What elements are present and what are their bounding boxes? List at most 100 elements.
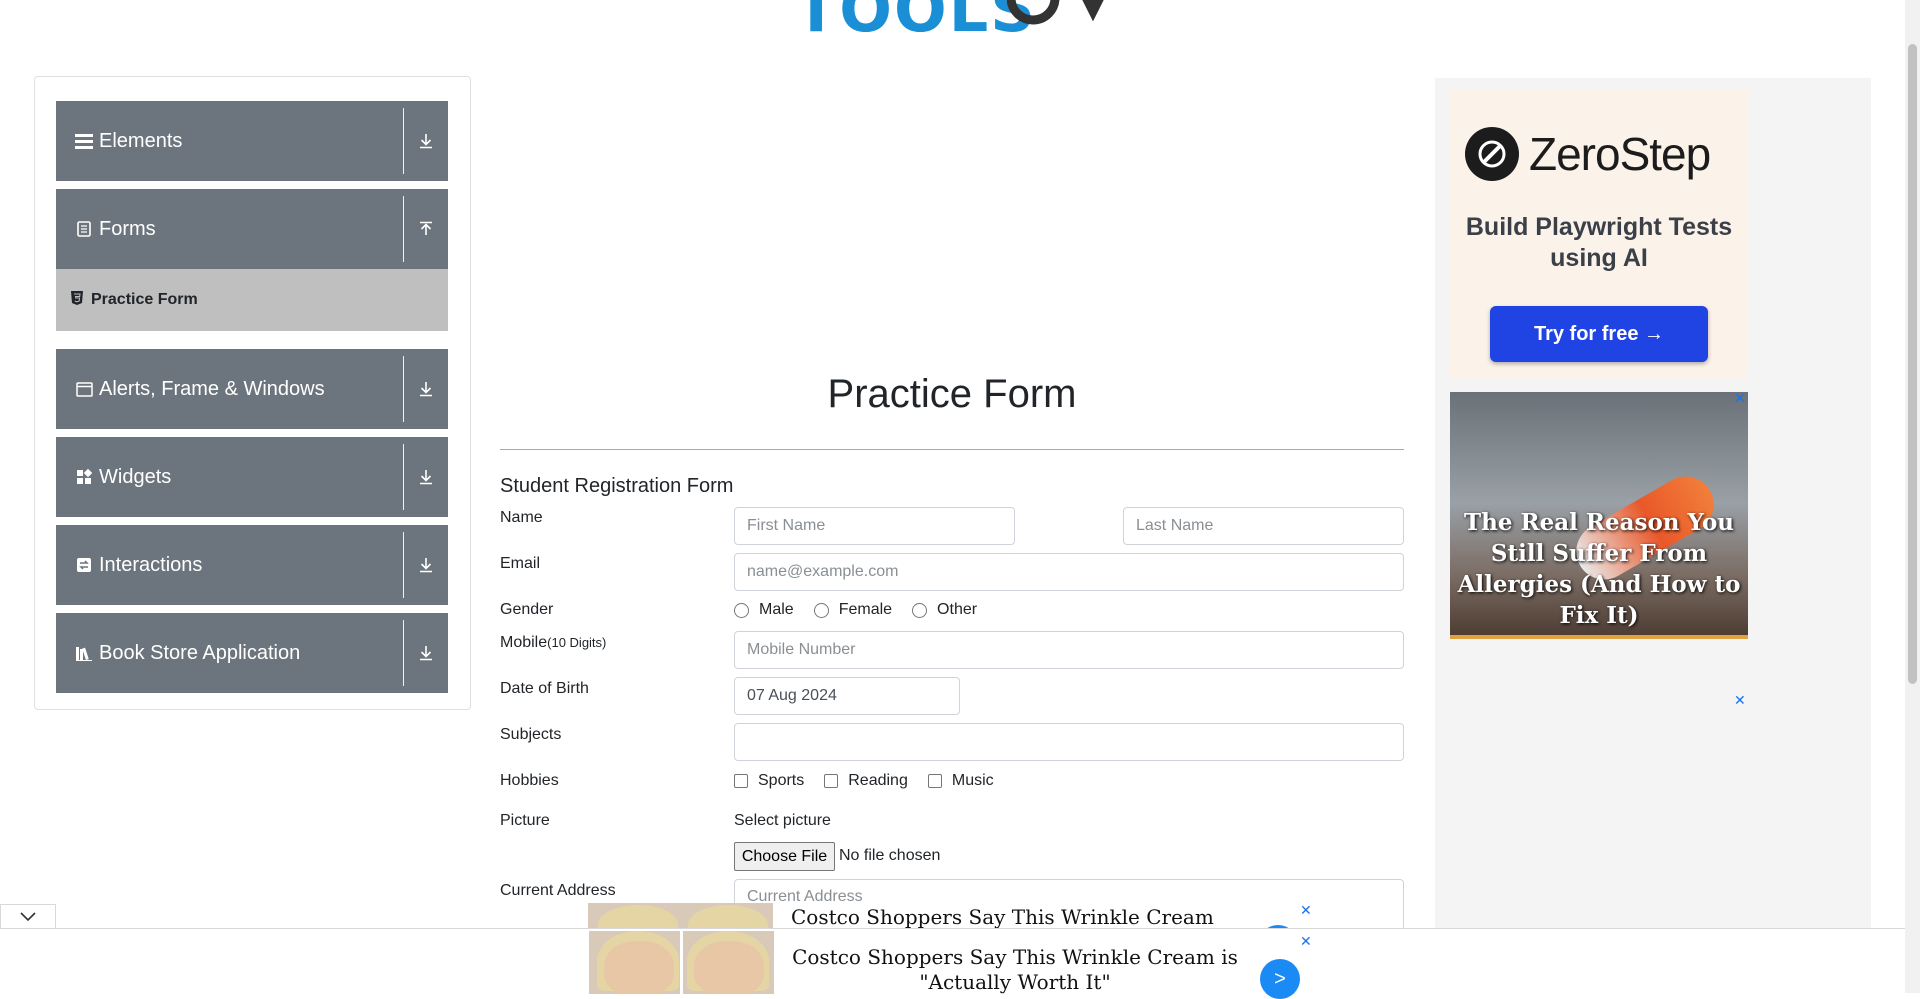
logo-text-tools: TOOLS xyxy=(795,0,1037,46)
picture-label: Picture xyxy=(500,812,550,829)
gender-female-radio[interactable]: Female xyxy=(813,601,893,619)
widgets-icon xyxy=(73,469,95,485)
form-subtitle: Student Registration Form xyxy=(500,475,734,497)
sidebar-group-elements[interactable]: Elements xyxy=(56,101,448,181)
close-icon[interactable]: ✕ xyxy=(1300,902,1312,919)
wrinkle-cream-ad-headline: Costco Shoppers Say This Wrinkle Cream i… xyxy=(792,945,1238,994)
sidebar-group-alerts[interactable]: Alerts, Frame & Windows xyxy=(56,349,448,429)
collapse-icon[interactable] xyxy=(404,221,448,237)
close-icon[interactable]: ✕ xyxy=(1734,390,1746,407)
wrinkle-cream-ad-image xyxy=(589,931,774,994)
radio-circle[interactable] xyxy=(813,602,829,618)
mobile-placeholder: Mobile Number xyxy=(747,641,856,658)
gender-other-radio[interactable]: Other xyxy=(912,601,977,619)
select-picture-label: Select picture xyxy=(734,812,831,829)
email-label: Email xyxy=(500,555,541,572)
checkbox-box[interactable] xyxy=(734,774,748,788)
hobbies-checkbox-group: Sports Reading Music xyxy=(734,772,1014,790)
hamburger-icon xyxy=(73,133,95,149)
sidebar-group-book-store[interactable]: Book Store Application xyxy=(56,613,448,693)
zerostep-tagline: Build Playwright Tests using AI xyxy=(1465,213,1733,272)
ad-collapse-toggle[interactable] xyxy=(0,904,56,929)
choose-file-button[interactable]: Choose File xyxy=(734,842,835,871)
toolsqa-logo[interactable]: TOOLSQA xyxy=(795,0,1142,42)
subjects-input[interactable] xyxy=(734,723,1404,761)
window-icon xyxy=(73,381,95,397)
scrollbar-thumb[interactable] xyxy=(1908,44,1917,684)
expand-icon[interactable] xyxy=(404,469,448,485)
gender-option-label: Male xyxy=(759,601,794,618)
gender-radio-group: Male Female Other xyxy=(734,601,997,619)
checkbox-box[interactable] xyxy=(824,774,839,788)
bottom-sticky-ad[interactable]: Costco Shoppers Say This Wrinkle Cream i… xyxy=(0,928,1905,999)
email-input[interactable]: name@example.com xyxy=(734,553,1404,591)
sidebar-group-label: Book Store Application xyxy=(99,641,301,664)
page-title: Practice Form xyxy=(827,372,1077,416)
dob-value: 07 Aug 2024 xyxy=(747,687,837,704)
sidebar-item-label: Practice Form xyxy=(91,291,198,308)
overlay-ad-image xyxy=(588,903,773,931)
expand-icon[interactable] xyxy=(404,381,448,397)
last-name-input[interactable]: Last Name xyxy=(1123,507,1404,545)
dob-input[interactable]: 07 Aug 2024 xyxy=(734,677,960,715)
mobile-input[interactable]: Mobile Number xyxy=(734,631,1404,669)
allergy-ad-headline: The Real Reason You Still Suffer From Al… xyxy=(1457,509,1741,629)
hobby-option-label: Sports xyxy=(758,772,805,789)
sidebar-group-label: Widgets xyxy=(99,465,172,488)
zerostep-ad[interactable]: ZeroStep Build Playwright Tests using AI… xyxy=(1450,89,1748,379)
interactions-icon xyxy=(73,557,95,573)
page-scrollbar[interactable] xyxy=(1905,0,1920,993)
sidebar-group-interactions[interactable]: Interactions xyxy=(56,525,448,605)
gender-option-label: Other xyxy=(937,601,978,618)
books-icon xyxy=(73,645,95,661)
hobbies-label: Hobbies xyxy=(500,772,559,789)
sidebar-group-widgets[interactable]: Widgets xyxy=(56,437,448,517)
radio-circle[interactable] xyxy=(912,602,928,618)
gear-icon xyxy=(1006,0,1104,25)
zerostep-logo: ZeroStep xyxy=(1465,127,1711,181)
hobby-reading-checkbox[interactable]: Reading xyxy=(824,772,908,790)
hobby-option-label: Reading xyxy=(848,772,908,789)
gender-male-radio[interactable]: Male xyxy=(734,601,794,619)
sidebar-item-practice-form[interactable]: Practice Form xyxy=(56,269,448,331)
gender-label: Gender xyxy=(500,601,554,618)
allergy-ad[interactable]: The Real Reason You Still Suffer From Al… xyxy=(1450,392,1748,639)
sidebar-group-label: Interactions xyxy=(99,553,203,576)
no-file-text: No file chosen xyxy=(839,847,941,864)
hobby-option-label: Music xyxy=(951,772,994,789)
first-name-input[interactable]: First Name xyxy=(734,507,1015,545)
document-icon xyxy=(73,221,95,237)
first-name-placeholder: First Name xyxy=(747,517,826,534)
dob-label: Date of Birth xyxy=(500,680,589,697)
try-for-free-button[interactable]: Try for free → xyxy=(1490,306,1708,362)
current-address-label: Current Address xyxy=(500,882,616,899)
html5-icon xyxy=(71,290,85,310)
sidebar-group-label: Alerts, Frame & Windows xyxy=(99,377,325,400)
ad-accent-bar xyxy=(1450,635,1748,639)
mobile-label-text: Mobile xyxy=(500,634,548,651)
sidebar-panel: Elements Forms Practice Form Alerts, Fra… xyxy=(34,76,471,710)
close-icon[interactable]: ✕ xyxy=(1300,933,1312,950)
email-placeholder: name@example.com xyxy=(747,563,899,580)
close-icon[interactable]: ✕ xyxy=(1734,692,1746,709)
expand-icon[interactable] xyxy=(404,645,448,661)
checkbox-box[interactable] xyxy=(927,774,942,788)
last-name-placeholder: Last Name xyxy=(1136,517,1214,534)
mobile-hint: (10 Digits) xyxy=(547,635,607,650)
expand-icon[interactable] xyxy=(404,557,448,573)
chevron-down-icon xyxy=(20,912,36,922)
hobby-music-checkbox[interactable]: Music xyxy=(927,772,994,790)
name-label: Name xyxy=(500,509,543,526)
next-arrow-button[interactable]: > xyxy=(1260,959,1300,999)
sidebar-group-label: Forms xyxy=(99,217,156,240)
subjects-label: Subjects xyxy=(500,726,562,743)
sidebar-group-label: Elements xyxy=(99,129,183,152)
gender-option-label: Female xyxy=(838,601,893,618)
radio-circle[interactable] xyxy=(734,602,749,618)
expand-icon[interactable] xyxy=(404,133,448,149)
zerostep-brand: ZeroStep xyxy=(1529,128,1711,180)
sidebar-group-forms[interactable]: Forms xyxy=(56,189,448,269)
title-divider xyxy=(500,449,1404,450)
zerostep-logo-icon xyxy=(1465,127,1519,181)
hobby-sports-checkbox[interactable]: Sports xyxy=(734,772,804,790)
